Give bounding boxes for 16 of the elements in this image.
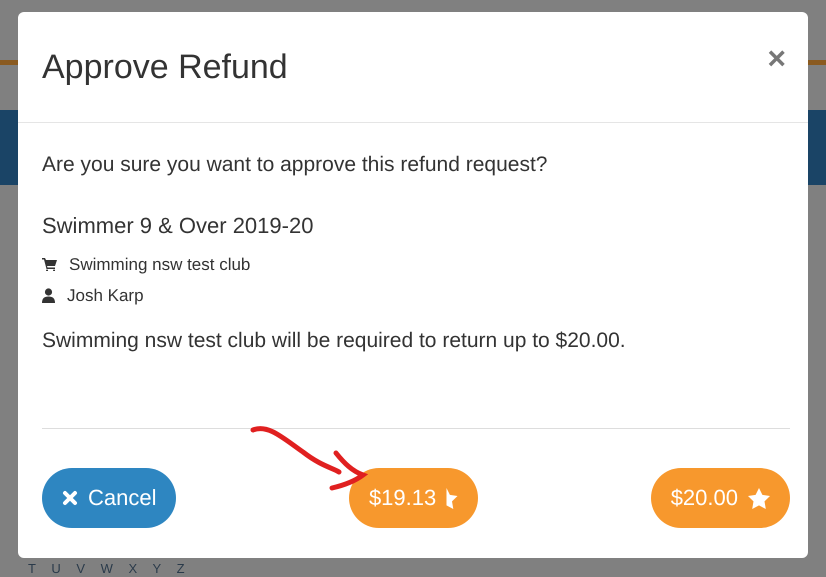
amount-button[interactable]: $20.00 <box>650 468 790 528</box>
cancel-button[interactable]: Cancel <box>42 468 176 528</box>
cart-icon <box>42 258 57 271</box>
star-icon <box>748 488 770 508</box>
notice-text: Swimming nsw test club will be required to return up to $20.00. <box>42 329 627 353</box>
close-icon <box>62 490 78 506</box>
member-name: Josh Karp <box>67 286 144 306</box>
dialog-title: Approve Refund <box>42 48 288 86</box>
amount-button[interactable]: $19.13 <box>348 468 478 528</box>
alphabet-links: T U V W X Y Z <box>28 561 191 577</box>
close-button[interactable]: × <box>761 40 792 76</box>
club-name: Swimming nsw test club <box>69 254 250 274</box>
confirmation-text: Are you sure you want to approve this refund request? <box>42 153 548 177</box>
user-icon <box>42 288 55 303</box>
item-name: Swimmer 9 & Over 2019-20 <box>42 213 314 239</box>
half-star-icon <box>446 488 458 508</box>
